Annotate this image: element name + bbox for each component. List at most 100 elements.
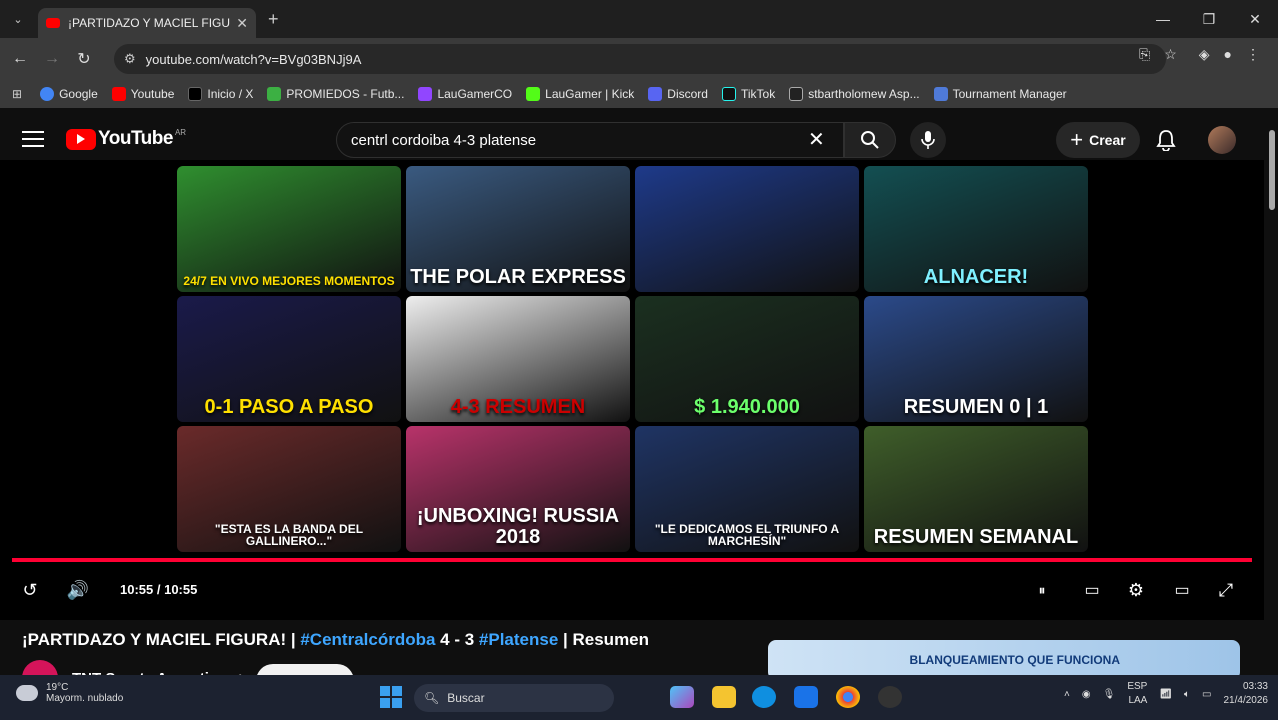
create-button[interactable]: + Crear bbox=[1056, 122, 1140, 158]
endscreen-video-card[interactable]: 24/7 EN VIVO MEJORES MOMENTOS bbox=[177, 166, 401, 292]
youtube-logo[interactable]: YouTube AR bbox=[66, 128, 186, 150]
voice-search-button[interactable] bbox=[910, 122, 946, 158]
browser-tab[interactable]: ¡PARTIDAZO Y MACIEL FIGURA! ✕ bbox=[38, 8, 256, 38]
extensions-icon[interactable]: ◈ bbox=[1199, 46, 1210, 63]
tiktok-icon bbox=[721, 87, 736, 101]
close-window-icon[interactable]: ✕ bbox=[1232, 0, 1278, 38]
endscreen-video-card[interactable]: ¡UNBOXING! RUSSIA 2018 bbox=[406, 426, 630, 552]
endscreen-video-card[interactable]: $ 1.940.000 bbox=[635, 296, 859, 422]
network-icon[interactable]: ◉ bbox=[1082, 689, 1091, 700]
settings-gear-icon[interactable]: ⚙ bbox=[1124, 578, 1148, 602]
minimize-icon[interactable]: — bbox=[1140, 0, 1186, 38]
endscreen-video-card[interactable]: ALNACER! bbox=[864, 166, 1088, 292]
title-text: | Resumen bbox=[558, 630, 650, 649]
install-app-icon[interactable]: ⎘ bbox=[1139, 46, 1150, 63]
store-icon[interactable] bbox=[794, 686, 818, 708]
app-icon[interactable] bbox=[878, 686, 902, 708]
stbartholomew-icon bbox=[789, 87, 804, 101]
endscreen-caption: ALNACER! bbox=[923, 266, 1029, 288]
hashtag-link[interactable]: #Platense bbox=[479, 630, 558, 649]
start-button-icon[interactable] bbox=[380, 686, 402, 708]
file-explorer-icon[interactable] bbox=[712, 686, 736, 708]
bookmark-discord[interactable]: Discord bbox=[648, 87, 708, 101]
notifications-bell-icon[interactable] bbox=[1156, 129, 1176, 151]
search-input[interactable]: centrl cordoiba 4-3 platense bbox=[336, 122, 844, 158]
hamburger-menu-icon[interactable] bbox=[22, 128, 44, 150]
tab-close-icon[interactable]: ✕ bbox=[236, 15, 248, 32]
fullscreen-icon[interactable]: ⤢ bbox=[1214, 578, 1238, 602]
taskbar-search[interactable]: 🔍︎ Buscar bbox=[414, 684, 614, 712]
bookmark-promiedos[interactable]: PROMIEDOS - Futb... bbox=[267, 87, 404, 101]
endscreen-video-card[interactable]: "ESTA ES LA BANDA DEL GALLINERO..." bbox=[177, 426, 401, 552]
restore-icon[interactable]: ❐ bbox=[1186, 0, 1232, 38]
bookmark-laugamerco[interactable]: LauGamerCO bbox=[418, 87, 512, 101]
apps-grid-icon[interactable]: ⊞ bbox=[12, 87, 22, 101]
forward-arrow-icon[interactable]: → bbox=[36, 43, 68, 75]
bookmark-google[interactable]: Google bbox=[40, 87, 98, 101]
promiedos-icon bbox=[267, 87, 282, 101]
profile-icon[interactable]: ● bbox=[1224, 46, 1232, 63]
wifi-icon[interactable]: 📶︎ bbox=[1159, 689, 1172, 700]
bookmark-star-icon[interactable]: ☆ bbox=[1164, 46, 1177, 63]
title-text: ¡PARTIDAZO Y MACIEL FIGURA! | bbox=[22, 630, 301, 649]
edge-icon[interactable] bbox=[752, 686, 776, 708]
temperature: 19°C bbox=[46, 682, 69, 693]
search-label: Buscar bbox=[447, 691, 485, 705]
language-indicator[interactable]: ESP LAA bbox=[1127, 680, 1147, 708]
endscreen-video-card[interactable]: "LE DEDICAMOS EL TRIUNFO A MARCHESÍN" bbox=[635, 426, 859, 552]
bookmark-kick[interactable]: LauGamer | Kick bbox=[526, 87, 634, 101]
show-hidden-icons-icon[interactable]: ˄ bbox=[1064, 689, 1070, 700]
endscreen-suggestions-grid: 24/7 EN VIVO MEJORES MOMENTOS THE POLAR E… bbox=[177, 166, 1088, 552]
endscreen-video-card[interactable]: 4-3 RESUMEN bbox=[406, 296, 630, 422]
youtube-logo-text: YouTube bbox=[98, 128, 173, 149]
endscreen-caption: 0-1 PASO A PASO bbox=[204, 396, 374, 418]
volume-icon[interactable]: 🔊 bbox=[66, 578, 90, 602]
region-code: AR bbox=[174, 128, 187, 137]
speaker-icon[interactable]: 🔈︎ bbox=[1184, 689, 1190, 700]
plus-icon: + bbox=[1070, 127, 1084, 152]
scrollbar-thumb[interactable] bbox=[1269, 130, 1275, 210]
address-bar[interactable]: ⚙ youtube.com/watch?v=BVg03BNJj9A bbox=[114, 44, 1166, 74]
chrome-icon[interactable] bbox=[836, 686, 860, 708]
page-scrollbar[interactable] bbox=[1266, 112, 1278, 672]
progress-bar[interactable] bbox=[12, 558, 1252, 562]
site-info-icon[interactable]: ⚙ bbox=[124, 51, 136, 67]
create-label: Crear bbox=[1089, 132, 1126, 148]
hashtag-link[interactable]: #Centralcórdoba bbox=[300, 630, 435, 649]
clock[interactable]: 03:33 21/4/2026 bbox=[1224, 680, 1269, 708]
x-icon bbox=[188, 87, 203, 101]
menu-kebab-icon[interactable]: ⋮ bbox=[1246, 46, 1260, 63]
endscreen-video-card[interactable]: RESUMEN SEMANAL bbox=[864, 426, 1088, 552]
microphone-tray-icon[interactable]: 🎙︎ bbox=[1103, 689, 1116, 700]
copilot-icon[interactable] bbox=[670, 686, 694, 708]
bookmark-youtube[interactable]: Youtube bbox=[111, 87, 174, 101]
time-display: 10:55 / 10:55 bbox=[120, 582, 198, 597]
endscreen-video-card[interactable]: THE POLAR EXPRESS bbox=[406, 166, 630, 292]
weather-widget[interactable]: 19°C Mayorm. nublado bbox=[16, 682, 123, 704]
youtube-play-logo-icon bbox=[66, 128, 96, 150]
replay-icon[interactable]: ↺ bbox=[18, 578, 42, 602]
microphone-icon bbox=[921, 131, 935, 149]
bookmark-tiktok[interactable]: TikTok bbox=[721, 87, 775, 101]
endscreen-caption: RESUMEN SEMANAL bbox=[873, 526, 1079, 548]
account-avatar[interactable] bbox=[1208, 126, 1236, 154]
youtube-icon bbox=[111, 87, 126, 101]
endscreen-caption: $ 1.940.000 bbox=[694, 396, 800, 418]
battery-icon[interactable]: ▭ bbox=[1202, 689, 1211, 700]
autoplay-toggle-icon[interactable]: ⏸ bbox=[1030, 578, 1054, 602]
reload-icon[interactable]: ↻ bbox=[68, 43, 100, 75]
clear-search-icon[interactable]: ✕ bbox=[808, 127, 825, 152]
search-button[interactable] bbox=[844, 122, 896, 158]
bookmark-tournament-manager[interactable]: Tournament Manager bbox=[933, 87, 1067, 101]
back-arrow-icon[interactable]: ← bbox=[4, 43, 36, 75]
endscreen-video-card[interactable]: 0-1 PASO A PASO bbox=[177, 296, 401, 422]
new-tab-button[interactable]: + bbox=[268, 9, 279, 30]
subtitles-icon[interactable]: ▭ bbox=[1080, 578, 1104, 602]
bookmark-x[interactable]: Inicio / X bbox=[188, 87, 253, 101]
tab-search-chevron-icon[interactable]: ⌄ bbox=[6, 7, 30, 31]
theater-mode-icon[interactable]: ▭ bbox=[1170, 578, 1194, 602]
ad-banner[interactable]: BLANQUEAMIENTO QUE FUNCIONA bbox=[768, 640, 1240, 680]
bookmark-stbartholomew[interactable]: stbartholomew Asp... bbox=[789, 87, 920, 101]
endscreen-video-card[interactable] bbox=[635, 166, 859, 292]
endscreen-video-card[interactable]: RESUMEN 0 | 1 bbox=[864, 296, 1088, 422]
